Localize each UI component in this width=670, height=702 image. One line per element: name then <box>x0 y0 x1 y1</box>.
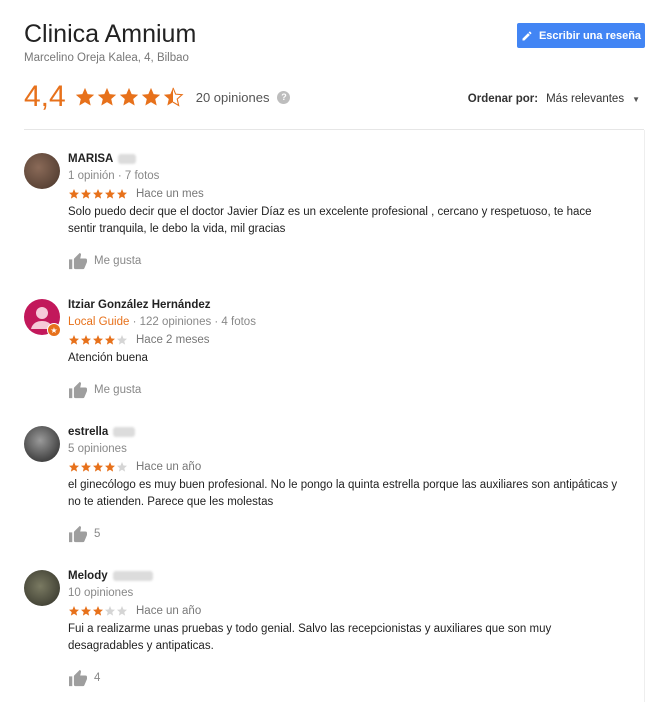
star-filled-icon <box>69 335 79 345</box>
review-rating: Hace 2 meses <box>68 334 628 346</box>
review-text: el ginecólogo es muy buen profesional. N… <box>68 479 618 508</box>
star-empty-icon <box>117 606 127 616</box>
thumbs-up-icon <box>69 381 87 399</box>
review-rating: Hace un año <box>68 605 628 617</box>
redacted-surname <box>118 154 137 164</box>
thumbs-up-icon <box>69 252 87 270</box>
avatar[interactable] <box>24 570 60 606</box>
reviewer-name[interactable]: Melody <box>68 570 628 582</box>
redacted-surname <box>113 427 136 437</box>
rating-summary: 4,4 20 opiniones ? <box>24 80 291 114</box>
review-stars <box>68 605 128 617</box>
reviewer-stats: · 122 opiniones · 4 fotos <box>129 316 256 328</box>
review-text: Atención buena <box>68 352 148 364</box>
reviewer-name[interactable]: Itziar González Hernández <box>68 299 628 311</box>
reviewer-meta: 1 opinión · 7 fotos <box>68 170 160 182</box>
review-date: Hace un año <box>136 605 202 617</box>
write-review-label: Escribir una reseña <box>538 29 642 42</box>
star-icon <box>75 87 94 106</box>
like-label: Me gusta <box>94 255 142 267</box>
reviewer-meta: Local Guide · 122 opiniones · 4 fotos <box>68 316 628 328</box>
like-button[interactable]: Me gusta <box>68 252 628 270</box>
redacted-surname <box>112 571 153 581</box>
review-text: Fui a realizarme unas pruebas y todo gen… <box>68 623 552 652</box>
reviewer-name[interactable]: MARISA <box>68 153 628 165</box>
half-star-icon <box>163 87 184 107</box>
review-text: Solo puedo decir que el doctor Javier Dí… <box>68 206 592 235</box>
reviewer-name-text: Itziar González Hernández <box>68 299 211 311</box>
review-stars <box>68 461 128 473</box>
star-icon <box>97 87 116 106</box>
place-address: Marcelino Oreja Kalea, 4, Bilbao <box>24 52 189 64</box>
star-empty-icon <box>117 462 127 472</box>
rating-stars <box>74 86 184 108</box>
star-icon <box>119 87 138 106</box>
star-empty-icon <box>105 606 115 616</box>
star-empty-icon <box>117 335 127 345</box>
reviewer-name-text: Melody <box>68 570 108 582</box>
reviewer-name[interactable]: estrella <box>68 426 628 438</box>
star-filled-icon <box>69 606 79 616</box>
like-count: 5 <box>94 528 101 540</box>
like-label: Me gusta <box>94 384 142 396</box>
reviewer-meta: 10 opiniones <box>68 587 134 599</box>
like-button[interactable]: Me gusta <box>68 381 628 399</box>
like-count: 4 <box>94 672 101 684</box>
star-filled-icon <box>93 335 103 345</box>
thumbs-up-icon <box>69 525 87 543</box>
review-date: Hace 2 meses <box>136 334 210 346</box>
star-filled-icon <box>105 335 115 345</box>
scroll-track <box>644 130 645 702</box>
sort-dropdown[interactable]: Ordenar por: Más relevantes ▼ <box>468 93 640 105</box>
local-guide-label[interactable]: Local Guide <box>68 316 129 328</box>
like-button[interactable]: 4 <box>68 669 628 687</box>
reviews-count: 20 opiniones <box>195 89 270 105</box>
star-icon <box>141 87 160 106</box>
star-filled-icon <box>93 462 103 472</box>
write-review-button[interactable]: Escribir una reseña <box>517 23 645 48</box>
thumbs-up-icon <box>69 669 87 687</box>
star-filled-icon <box>93 189 103 199</box>
review-stars <box>68 188 128 200</box>
star-filled-icon <box>81 189 91 199</box>
star-filled-icon <box>117 189 127 199</box>
review-date: Hace un año <box>136 461 202 473</box>
help-icon[interactable]: ? <box>277 90 291 104</box>
header-divider <box>24 129 644 130</box>
star-filled-icon <box>81 335 91 345</box>
sort-value: Más relevantes <box>546 93 625 105</box>
place-title: Clinica Amnium <box>24 20 197 48</box>
star-filled-icon <box>69 189 79 199</box>
reviewer-name-text: estrella <box>68 426 109 438</box>
avatar[interactable]: ★ <box>24 299 61 337</box>
review-date: Hace un mes <box>136 188 204 200</box>
reviewer-name-text: MARISA <box>68 153 114 165</box>
star-filled-icon <box>81 462 91 472</box>
star-filled-icon <box>93 606 103 616</box>
review-rating: Hace un año <box>68 461 628 473</box>
star-filled-icon <box>105 189 115 199</box>
like-button[interactable]: 5 <box>68 525 628 543</box>
caret-down-icon: ▼ <box>632 94 640 104</box>
star-filled-icon <box>69 462 79 472</box>
review-rating: Hace un mes <box>68 188 628 200</box>
star-filled-icon <box>81 606 91 616</box>
review-stars <box>68 334 128 346</box>
rating-value: 4,4 <box>24 80 66 113</box>
local-guide-badge-icon: ★ <box>47 323 61 337</box>
star-filled-icon <box>105 462 115 472</box>
reviewer-meta: 5 opiniones <box>68 443 127 455</box>
avatar[interactable] <box>24 426 60 462</box>
sort-label: Ordenar por: <box>467 93 539 105</box>
pencil-icon <box>522 30 532 40</box>
avatar[interactable] <box>24 153 60 189</box>
